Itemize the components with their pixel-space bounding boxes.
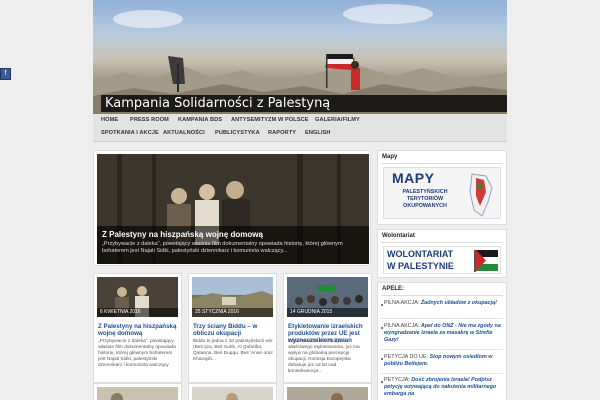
apel-lead: PILNA AKCJA: [384, 323, 420, 329]
palestine-flag-icon [474, 250, 498, 272]
apel-divider [381, 318, 503, 319]
cloud-decoration [343, 4, 433, 24]
widget-wolontariat: Wolontariat WOLONTARIAT W PALESTYNIE [377, 229, 507, 278]
post-date: 14 GRUDNIA 2015 [287, 308, 368, 317]
facebook-icon: f [4, 70, 7, 77]
post-card-image[interactable] [192, 387, 273, 400]
post-title[interactable]: Trzy ściany Biddu – w obliczu okupacji [193, 323, 273, 337]
widget-divider [381, 295, 503, 296]
post-excerpt: Etykietowanie UE żadające właściwego ety… [288, 339, 360, 374]
nav-item-galeria-filmy[interactable]: GALERIA/FILMY [315, 117, 360, 123]
nav-item-spotkania[interactable]: SPOTKANIA I AKCJE [101, 130, 159, 136]
mapy-banner[interactable]: MAPY PALESTYŃSKICH TERYTORIÓW OKUPOWANYC… [383, 167, 501, 219]
cloud-decoration [113, 10, 183, 28]
social-side-tab[interactable]: f [0, 68, 11, 80]
widget-title: APELE: [382, 286, 405, 292]
site-title[interactable]: Kampania Solidarności z Palestyną [105, 96, 330, 111]
post-card: 6 KWIETNIA 2016 Z Palestyny na hiszpańsk… [93, 273, 182, 383]
bullet-icon [381, 327, 383, 329]
apel-lead: PILNA AKCJA: [384, 300, 420, 306]
widget-divider [381, 163, 503, 164]
bullet-icon [381, 304, 383, 306]
apel-link[interactable]: Żadnych układów z okupacją! [421, 300, 497, 306]
featured-slider: Z Palestyny na hiszpańską wojnę domową „… [93, 150, 371, 266]
site-header-banner: Kampania Solidarności z Palestyną [93, 0, 507, 114]
post-date: 25 STYCZNIA 2016 [192, 308, 273, 317]
post-card [93, 383, 182, 400]
bullet-icon [381, 381, 383, 383]
post-excerpt: Biddu to jedna z 10 palestyńskich wsi (B… [193, 339, 273, 362]
main-navigation: HOME PRESS ROOM KAMPANIA BDS ANTYSEMITYZ… [93, 114, 507, 142]
map-illustration [469, 173, 493, 217]
apel-item: PETYCJA: Dość zbrojenia Izraela! Podpisz… [384, 377, 504, 398]
nav-item-kampania-bds[interactable]: KAMPANIA BDS [178, 117, 222, 123]
post-card-image[interactable] [97, 387, 178, 400]
widget-apele: APELE: PILNA AKCJA: Żadnych układów z ok… [377, 282, 507, 400]
post-card [283, 383, 372, 400]
post-card: 14 GRUDNIA 2015 Etykietowanie izraelskic… [283, 273, 372, 383]
page-wrapper: Kampania Solidarności z Palestyną HOME P… [93, 0, 507, 400]
widget-divider [381, 242, 503, 243]
widget-title: Mapy [382, 154, 398, 160]
post-card-image[interactable] [287, 387, 368, 400]
apel-item: PETYCJA DO UE: Stop nowym osiedlom w pob… [384, 354, 504, 368]
nav-item-raporty[interactable]: RAPORTY [268, 130, 296, 136]
featured-title[interactable]: Z Palestyny na hiszpańską wojnę domową [102, 230, 263, 239]
post-card: 25 STYCZNIA 2016 Trzy ściany Biddu – w o… [188, 273, 277, 383]
post-card [188, 383, 277, 400]
nav-item-antysemityzm[interactable]: ANTYSEMITYZM W POLSCE [231, 117, 309, 123]
post-date: 6 KWIETNIA 2016 [97, 308, 178, 317]
mapy-banner-subtitle: PALESTYŃSKICH TERYTORIÓW OKUPOWANYCH [402, 189, 448, 209]
widget-mapy: Mapy MAPY PALESTYŃSKICH TERYTORIÓW OKUPO… [377, 150, 507, 225]
apel-item: PILNA AKCJA: Apel do ONZ - Nie ma zgody … [384, 323, 504, 344]
widget-title: Wolontariat [382, 233, 415, 239]
wolontariat-banner-title: WOLONTARIAT [387, 249, 454, 259]
nav-item-publicystyka[interactable]: PUBLICYSTYKA [215, 130, 260, 136]
apel-divider [381, 373, 503, 374]
apel-divider [381, 349, 503, 350]
nav-item-english[interactable]: ENGLISH [305, 130, 331, 136]
apel-lead: PETYCJA DO UE: [384, 354, 429, 360]
wolontariat-banner-subtitle: W PALESTYNIE [387, 261, 454, 271]
bullet-icon [381, 358, 383, 360]
featured-excerpt: „Przybywacie z daleka”, powstający właśn… [102, 241, 343, 254]
post-excerpt: „Przybywacie z daleka”, powstający właśn… [98, 339, 176, 368]
nav-item-home[interactable]: HOME [101, 117, 118, 123]
mapy-banner-title: MAPY [392, 170, 435, 186]
apel-item: PILNA AKCJA: Żadnych układów z okupacją! [384, 300, 504, 307]
apel-lead: PETYCJA: [384, 377, 410, 383]
nav-item-aktualnosci[interactable]: AKTUALNOŚCI [163, 130, 205, 136]
nav-item-press-room[interactable]: PRESS ROOM [130, 117, 169, 123]
post-title[interactable]: Z Palestyny na hiszpańską wojnę domową [98, 323, 178, 337]
wolontariat-banner[interactable]: WOLONTARIAT W PALESTYNIE [383, 246, 501, 274]
